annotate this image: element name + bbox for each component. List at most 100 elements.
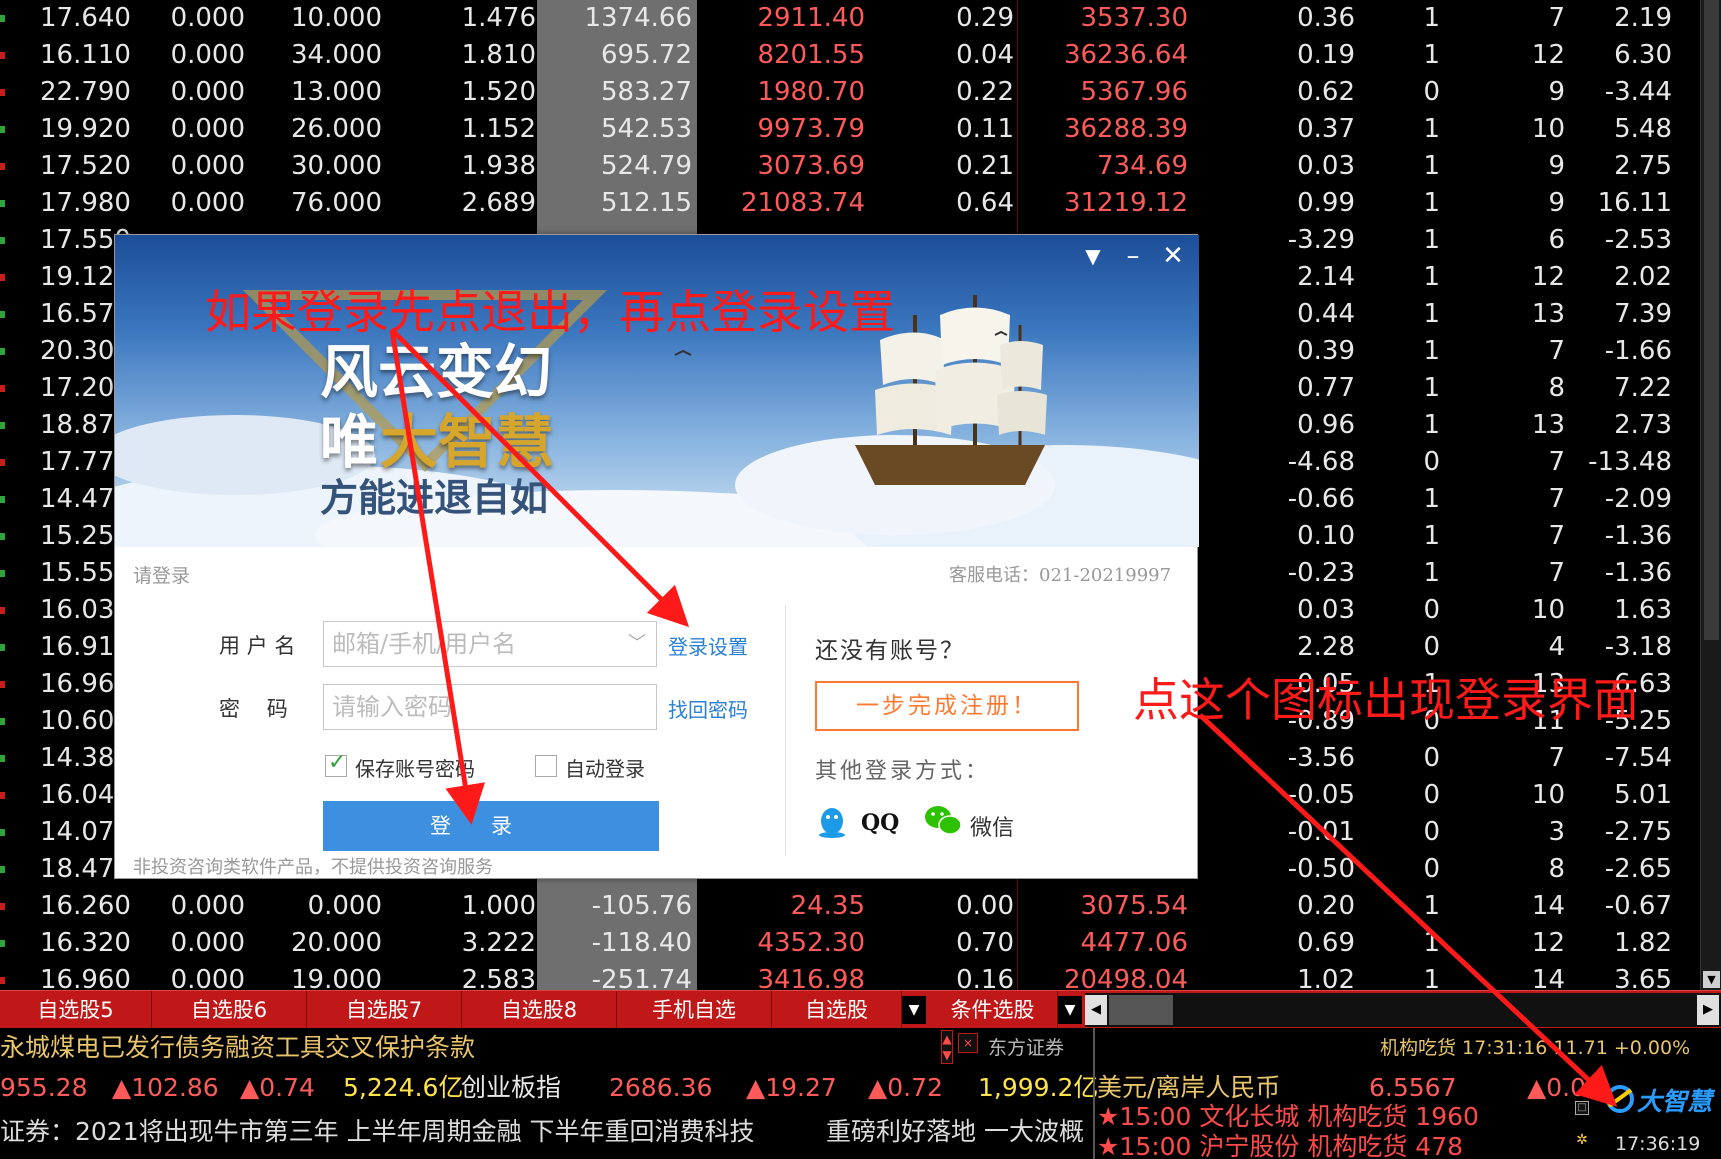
table-cell: 2.14 <box>1297 262 1355 292</box>
table-row[interactable]: 16.260 0.000 0.000 1.000 -105.76 24.35 0.00 307… <box>0 888 1700 925</box>
gem-index-value: 2686.36 <box>609 1073 713 1102</box>
table-cell: 22.790 <box>40 77 131 107</box>
auto-login-label[interactable]: 自动登录 <box>565 753 645 782</box>
table-cell: 2.75 <box>1614 151 1672 181</box>
table-cell: 5.48 <box>1614 114 1672 144</box>
table-cell: 0.96 <box>1297 410 1355 440</box>
table-cell: 19.000 <box>291 965 382 990</box>
table-cell: 4352.30 <box>757 928 865 958</box>
gem-index-turnover: 1,999.2亿 <box>978 1073 1099 1102</box>
save-password-label[interactable]: 保存账号密码 <box>355 753 475 782</box>
vertical-scrollbar[interactable]: ▼ <box>1700 0 1721 990</box>
table-row[interactable]: 22.790 0.000 13.000 1.520 583.27 1980.70 0.22 5… <box>0 74 1700 111</box>
table-cell: -0.50 <box>1287 854 1355 884</box>
table-cell: 34.000 <box>291 40 382 70</box>
table-cell: 9 <box>1548 151 1565 181</box>
table-row[interactable]: 17.980 0.000 76.000 2.689 512.15 21083.74 0.64… <box>0 185 1700 222</box>
table-row[interactable]: 16.110 0.000 34.000 1.810 695.72 8201.55 0.04 3… <box>0 37 1700 74</box>
find-password-link[interactable]: 找回密码 <box>668 694 748 723</box>
sun-icon[interactable]: ✲ <box>1574 1132 1590 1148</box>
table-row[interactable]: 16.320 0.000 20.000 3.222 -118.40 4352.30 0.70… <box>0 925 1700 962</box>
table-cell: 30.000 <box>291 151 382 181</box>
news-close-icon[interactable]: × <box>958 1033 978 1053</box>
table-row[interactable]: 16.960 0.000 19.000 2.583 -251.74 3416.98 0.16… <box>0 962 1700 990</box>
username-input[interactable]: 邮箱/手机/用户名 ﹀ <box>323 621 657 667</box>
table-cell: -1.36 <box>1604 558 1672 588</box>
table-cell: 5.01 <box>1614 780 1672 810</box>
annotation-right: 点这个图标出现登录界面 <box>1133 673 1639 727</box>
tab-watchlist-6[interactable]: 自选股6 <box>152 991 307 1029</box>
tab-mobile-watchlist[interactable]: 手机自选 <box>617 991 772 1029</box>
row-trend-marker <box>0 644 5 651</box>
register-button[interactable]: 一步完成注册！ <box>815 681 1079 731</box>
table-cell: 5367.96 <box>1080 77 1188 107</box>
gem-index-name[interactable]: 创业板指 <box>461 1068 561 1108</box>
login-button[interactable]: 登录 <box>323 801 659 851</box>
wechat-label[interactable]: 微信 <box>970 810 1014 842</box>
username-label: 用 户 名 <box>219 634 296 658</box>
tab-scrollbar[interactable]: ◀ ▶ <box>1085 993 1721 1027</box>
institution-alerts[interactable]: ★15:00 文化长城 机构吃货 1960 ★15:00 沪宁股份 机构吃货 4… <box>1097 1102 1577 1159</box>
row-trend-marker <box>0 15 5 22</box>
password-placeholder: 请输入密码 <box>332 693 452 721</box>
dzh-logo-login-icon[interactable]: 大智慧 <box>1605 1078 1721 1118</box>
alert-item[interactable]: ★15:00 文化长城 机构吃货 1960 <box>1097 1102 1577 1132</box>
login-settings-link[interactable]: 登录设置 <box>668 631 748 660</box>
scroll-down-arrow-icon[interactable]: ▼ <box>1703 971 1720 988</box>
table-cell: 20.300 <box>40 336 131 366</box>
minimize-square-icon[interactable]: □ <box>1575 1101 1589 1115</box>
qq-icon[interactable] <box>815 805 849 839</box>
news-scroll-icon[interactable]: ▲ ▼ <box>941 1030 953 1064</box>
password-input[interactable]: 请输入密码 <box>323 684 657 730</box>
table-cell: 0.70 <box>956 928 1014 958</box>
table-cell: 14 <box>1531 891 1565 921</box>
scrollbar-thumb[interactable] <box>1704 0 1719 640</box>
scroll-left-arrow-icon[interactable]: ◀ <box>1085 995 1107 1025</box>
tab-scroll-thumb[interactable] <box>1109 995 1173 1025</box>
wechat-icon[interactable] <box>923 803 963 839</box>
table-cell: 0.00 <box>956 891 1014 921</box>
close-icon[interactable]: ✕ <box>1155 239 1191 273</box>
alert-item[interactable]: ★15:00 沪宁股份 机构吃货 478 <box>1097 1132 1577 1159</box>
auto-login-checkbox[interactable] <box>535 755 557 777</box>
table-cell: 0.03 <box>1297 151 1355 181</box>
tab-dropdown-icon-2[interactable]: ▼ <box>1058 996 1082 1024</box>
table-cell: 1 <box>1423 114 1440 144</box>
table-cell: 13.000 <box>291 77 382 107</box>
tab-watchlist-7[interactable]: 自选股7 <box>307 991 462 1029</box>
tab-watchlist-5[interactable]: 自选股5 <box>0 991 152 1029</box>
table-cell: 1 <box>1423 928 1440 958</box>
table-cell: -118.40 <box>591 928 692 958</box>
qq-label[interactable]: QQ <box>861 810 899 836</box>
row-trend-marker <box>0 977 5 984</box>
table-cell: 36288.39 <box>1063 114 1188 144</box>
tab-condition-stock-picker[interactable]: 条件选股 <box>928 991 1058 1029</box>
table-cell: -3.56 <box>1287 743 1355 773</box>
dropdown-menu-icon[interactable]: ▼ <box>1075 239 1111 273</box>
table-cell: 0.36 <box>1297 3 1355 33</box>
tab-watchlist[interactable]: 自选股 <box>772 991 902 1029</box>
table-cell: 2.73 <box>1614 410 1672 440</box>
table-cell: 0.000 <box>307 891 382 921</box>
table-cell: 1 <box>1423 40 1440 70</box>
table-cell: 0.21 <box>956 151 1014 181</box>
table-row[interactable]: 17.640 0.000 10.000 1.476 1374.66 2911.40 0.29… <box>0 0 1700 37</box>
scroll-right-arrow-icon[interactable]: ▶ <box>1697 995 1719 1025</box>
table-cell: 20498.04 <box>1063 965 1188 990</box>
table-cell: 1 <box>1423 188 1440 218</box>
table-cell: 2.689 <box>461 188 536 218</box>
table-cell: 0.03 <box>1297 595 1355 625</box>
table-cell: 1.476 <box>461 3 536 33</box>
table-cell: 6.30 <box>1614 40 1672 70</box>
scrolling-news[interactable]: 证券：2021将出现牛市第三年 上半年周期金融 下半年重回消费科技 重磅利好落地 … <box>0 1110 1090 1154</box>
row-trend-marker <box>0 570 5 577</box>
table-row[interactable]: 19.920 0.000 26.000 1.152 542.53 9973.79 0.11 3… <box>0 111 1700 148</box>
save-password-checkbox[interactable]: ✓ <box>325 750 347 777</box>
chevron-down-icon[interactable]: ﹀ <box>628 622 646 666</box>
minimize-icon[interactable]: – <box>1115 239 1151 273</box>
broker-name: 东方证券 <box>988 1037 1065 1059</box>
news-headline[interactable]: 永城煤电已发行债务融资工具交叉保护条款 <box>0 1028 940 1068</box>
table-row[interactable]: 17.520 0.000 30.000 1.938 524.79 3073.69 0.21 7… <box>0 148 1700 185</box>
tab-dropdown-icon[interactable]: ▼ <box>902 996 926 1024</box>
tab-watchlist-8[interactable]: 自选股8 <box>462 991 617 1029</box>
